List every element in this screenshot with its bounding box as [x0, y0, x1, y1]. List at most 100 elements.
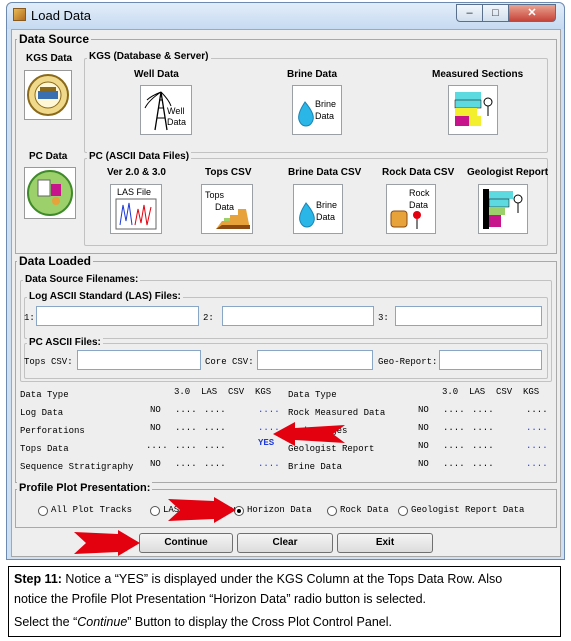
tops-csv-label: Tops CSV	[205, 167, 252, 178]
geo-report-input[interactable]	[439, 350, 542, 370]
rock-icon-caption: Rock Data	[409, 188, 430, 210]
left-col-las: LAS	[201, 387, 218, 397]
pc-ascii-group-title: PC ASCII Files:	[27, 337, 103, 348]
core-csv-field-label: Core CSV:	[205, 357, 254, 367]
row-label: Sequence Stratigraphy	[20, 462, 134, 472]
pc-data-label: PC Data	[29, 151, 68, 162]
close-button[interactable]: ✕	[508, 4, 556, 22]
brine-csv-label: Brine Data CSV	[288, 167, 362, 178]
row-csv: ....	[204, 405, 226, 415]
row-kgs: ....	[526, 405, 548, 415]
right-col-las: LAS	[469, 387, 486, 397]
row-las: ....	[175, 405, 197, 415]
radio-label: Horizon Data	[247, 505, 312, 515]
las-files-group-title: Log ASCII Standard (LAS) Files:	[27, 291, 183, 302]
note-line-3-em: Continue	[77, 615, 128, 629]
clear-button[interactable]: Clear	[237, 533, 333, 553]
row-csv: ....	[472, 459, 494, 469]
app-icon	[13, 8, 26, 21]
kgs-group-title: KGS (Database & Server)	[87, 51, 211, 62]
right-col-30: 3.0	[442, 387, 459, 397]
window-title: Load Data	[31, 8, 91, 23]
title-bar[interactable]: Load Data – □ ✕	[7, 3, 564, 29]
note-line-3-b: ” Button to display the Cross Plot Contr…	[127, 615, 392, 629]
tops-csv-button[interactable]: Tops Data	[201, 184, 253, 234]
row-label: Brine Data	[288, 462, 343, 472]
note-line-1: Step 11: Notice a “YES” is displayed und…	[14, 572, 502, 586]
las-ver-label: Ver 2.0 & 3.0	[107, 167, 166, 178]
presentation-title: Profile Plot Presentation:	[17, 482, 153, 494]
geologist-report-label: Geologist Report	[467, 167, 549, 178]
row-label: Log Data	[20, 408, 64, 418]
radio-circle[interactable]	[398, 506, 408, 516]
well-icon-caption: Well Data	[167, 106, 187, 127]
las-file-button[interactable]: LAS File	[110, 184, 162, 234]
row-csv: ....	[204, 423, 226, 433]
left-col-data-type: Data Type	[20, 390, 69, 400]
minimize-button[interactable]: –	[456, 4, 483, 22]
row-label: Rock Measured Data	[288, 408, 386, 418]
row-30: NO	[418, 459, 429, 469]
row-label: Perforations	[20, 426, 85, 436]
filenames-group-title: Data Source Filenames:	[23, 274, 141, 285]
row-csv: ....	[472, 405, 494, 415]
left-col-csv: CSV	[228, 387, 245, 397]
las-icon-caption: LAS File	[117, 187, 152, 197]
window-client-area: Data Source KGS Data KGS (Database & Ser…	[11, 29, 561, 557]
row-kgs: ....	[258, 405, 280, 415]
brine-csv-button[interactable]: Brine Data	[293, 184, 343, 234]
row-label-tops: Tops Data	[20, 444, 69, 454]
row-las: ....	[443, 405, 465, 415]
row-las: ....	[443, 459, 465, 469]
arrow-to-continue	[74, 530, 140, 556]
right-col-data-type: Data Type	[288, 390, 337, 400]
measured-section-icon	[454, 92, 493, 126]
kgs-logo-button[interactable]	[24, 70, 72, 120]
kgs-data-label: KGS Data	[26, 53, 73, 64]
radio-label: All Plot Tracks	[51, 505, 133, 515]
instruction-note: Step 11: Notice a “YES” is displayed und…	[8, 566, 561, 637]
row-kgs: ....	[526, 459, 548, 469]
tops-kgs-yes: YES	[258, 438, 275, 448]
note-line-3: Select the “Continue” Button to display …	[14, 615, 392, 629]
data-source-title: Data Source	[17, 32, 92, 46]
row-kgs: ....	[526, 423, 548, 433]
brine-data-label: Brine Data	[287, 69, 338, 80]
las-file-3-input[interactable]	[395, 306, 542, 326]
geologist-report-icon	[483, 189, 523, 229]
las-file-2-input[interactable]	[222, 306, 374, 326]
row-30: NO	[418, 423, 429, 433]
exit-button[interactable]: Exit	[337, 533, 433, 553]
tops-csv-field-label: Tops CSV:	[24, 357, 73, 367]
measured-sections-button[interactable]	[448, 85, 498, 135]
row-30: NO	[418, 441, 429, 451]
rock-csv-button[interactable]: Rock Data	[386, 184, 436, 234]
row-csv: ....	[204, 459, 226, 469]
radio-label: Geologist Report Data	[411, 505, 525, 515]
brine-icon-caption: Brine Data	[315, 99, 337, 121]
tops-icon-caption: Tops Data	[205, 190, 235, 212]
kgs-seal-icon	[27, 74, 69, 116]
tops-csv-input[interactable]	[77, 350, 201, 370]
radio-circle[interactable]	[150, 506, 160, 516]
pc-data-icon	[27, 170, 73, 216]
radio-circle[interactable]	[38, 506, 48, 516]
well-data-button[interactable]: Well Data	[140, 85, 192, 135]
las-file-1-input[interactable]	[36, 306, 199, 326]
row-30: NO	[150, 459, 161, 469]
brine-data-button[interactable]: Brine Data	[292, 85, 342, 135]
row-las: ....	[443, 423, 465, 433]
las-file-2-label: 2:	[203, 313, 214, 323]
core-csv-input[interactable]	[257, 350, 373, 370]
radio-label: Rock Data	[340, 505, 389, 515]
geologist-report-button[interactable]	[478, 184, 528, 234]
load-data-window: Load Data – □ ✕ Data Source KGS Data KGS…	[6, 2, 565, 560]
brine-csv-icon-caption: Brine Data	[316, 200, 338, 222]
radio-circle[interactable]	[327, 506, 337, 516]
pc-logo-button[interactable]	[24, 167, 76, 219]
row-30: NO	[150, 405, 161, 415]
maximize-button[interactable]: □	[482, 4, 509, 22]
continue-button[interactable]: Continue	[139, 533, 233, 553]
row-csv: ....	[204, 441, 226, 451]
row-30: NO	[150, 423, 161, 433]
